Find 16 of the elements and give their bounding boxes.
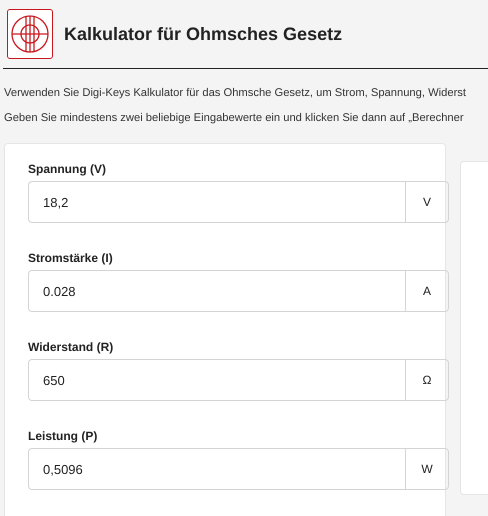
page-title: Kalkulator für Ohmsches Gesetz — [64, 24, 342, 44]
field-label: Spannung (V) — [28, 162, 107, 176]
intro-text: Verwenden Sie Digi-Keys Kalkulator für das Ohmsche Gesetz, um Strom, Spannung, Widerst — [3, 86, 468, 101]
unit-label: W — [405, 448, 449, 490]
unit-label: V — [405, 181, 449, 223]
intro-text: Geben Sie mindestens zwei beliebige Eingabewerte ein und klicken Sie dann auf „Berechner — [3, 111, 465, 126]
field-label: Stromstärke (I) — [28, 251, 114, 265]
logo-icon — [7, 9, 53, 59]
input-field[interactable]: 0,5096 — [28, 448, 405, 490]
input-field[interactable]: 18,2 — [28, 181, 405, 223]
field-label: Widerstand (R) — [28, 340, 114, 354]
unit-label: A — [405, 270, 449, 312]
field-label: Leistung (P) — [28, 429, 98, 443]
unit-label: Ω — [405, 359, 449, 401]
input-field[interactable]: 0.028 — [28, 270, 405, 312]
input-field[interactable]: 650 — [28, 359, 405, 401]
